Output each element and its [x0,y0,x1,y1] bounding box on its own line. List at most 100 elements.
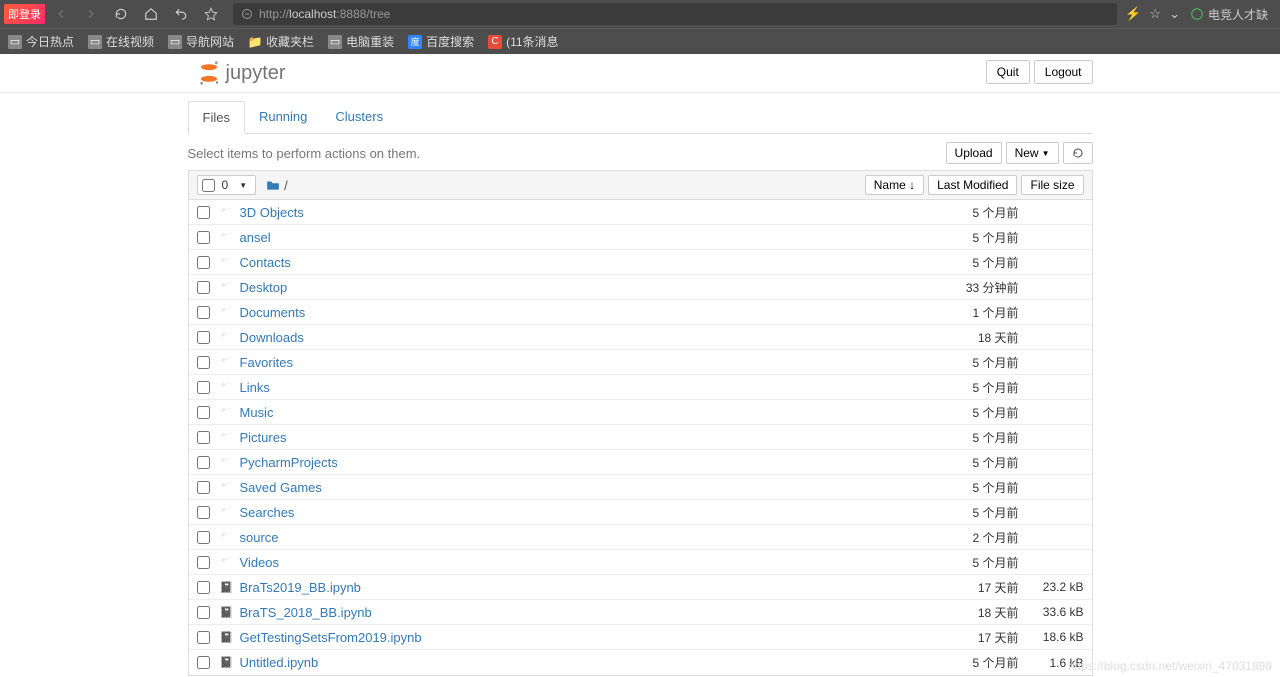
home-button[interactable] [137,0,165,28]
sort-modified-button[interactable]: Last Modified [928,175,1017,195]
item-modified: 5 个月前 [929,429,1019,446]
item-name-link[interactable]: PycharmProjects [240,455,338,470]
chevron-down-icon[interactable]: ⌄ [1169,6,1180,22]
row-checkbox[interactable] [197,206,210,219]
item-name-link[interactable]: ansel [240,230,271,245]
row-checkbox[interactable] [197,631,210,644]
caret-down-icon[interactable]: ▼ [235,181,251,190]
row-checkbox[interactable] [197,481,210,494]
row-checkbox[interactable] [197,231,210,244]
item-name-link[interactable]: Links [240,380,270,395]
notebook-icon [220,606,234,619]
bookmark-item[interactable]: 度百度搜索 [408,33,474,50]
jupyter-logo[interactable]: jupyter [198,60,1093,86]
action-hint: Select items to perform actions on them. [188,146,421,161]
list-item: Desktop33 分钟前 [189,275,1092,300]
breadcrumb[interactable]: / [266,178,288,193]
upload-button[interactable]: Upload [946,142,1002,164]
wand-icon[interactable]: ⚡ [1125,6,1141,22]
bookmark-label: 百度搜索 [426,33,474,50]
item-modified: 5 个月前 [929,229,1019,246]
url-bar[interactable]: http://localhost:8888/tree [233,3,1117,25]
item-modified: 5 个月前 [929,379,1019,396]
back-button[interactable] [47,0,75,28]
select-all-checkbox[interactable] [202,179,215,192]
row-checkbox[interactable] [197,281,210,294]
row-checkbox[interactable] [197,456,210,469]
bookmark-item[interactable]: ▭今日热点 [8,33,74,50]
row-checkbox[interactable] [197,356,210,369]
tabs: Files Running Clusters [188,101,1093,134]
sort-size-button[interactable]: File size [1021,175,1083,195]
bookmark-item[interactable]: C(11条消息 [488,33,558,50]
item-name-link[interactable]: Searches [240,505,295,520]
item-name-link[interactable]: source [240,530,279,545]
doc-icon: ▭ [168,35,182,49]
row-checkbox[interactable] [197,606,210,619]
item-name-link[interactable]: 3D Objects [240,205,304,220]
row-checkbox[interactable] [197,406,210,419]
item-name-link[interactable]: Videos [240,555,280,570]
select-all-group[interactable]: 0 ▼ [197,175,257,195]
sort-name-button[interactable]: Name ↓ [865,175,924,195]
login-badge[interactable]: 即登录 [4,4,45,24]
row-checkbox[interactable] [197,331,210,344]
notebook-icon [220,581,234,594]
item-name-link[interactable]: BraTS_2018_BB.ipynb [240,605,372,620]
item-modified: 5 个月前 [929,254,1019,271]
item-name-link[interactable]: Pictures [240,430,287,445]
folder-icon: 📁 [248,35,262,49]
reload-button[interactable] [107,0,135,28]
game-widget[interactable]: 电竞人才缺 [1182,6,1276,23]
item-name-link[interactable]: GetTestingSetsFrom2019.ipynb [240,630,422,645]
refresh-button[interactable] [1063,142,1093,164]
item-name-link[interactable]: Music [240,405,274,420]
item-name-link[interactable]: Desktop [240,280,288,295]
item-name-link[interactable]: Favorites [240,355,293,370]
undo-button[interactable] [167,0,195,28]
item-name-link[interactable]: BraTs2019_BB.ipynb [240,580,361,595]
tab-clusters[interactable]: Clusters [321,101,397,133]
doc-icon: ▭ [328,35,342,49]
breadcrumb-sep: / [284,178,288,193]
list-item: Untitled.ipynb5 个月前1.6 kB [189,650,1092,675]
bookmark-item[interactable]: 📁收藏夹栏 [248,33,314,50]
bookmark-item[interactable]: ▭电脑重装 [328,33,394,50]
file-list: 3D Objects 5 个月前 ansel 5 个月前 Contacts 5 个月前 De… [188,200,1093,676]
list-item: Downloads18 天前 [189,325,1092,350]
row-checkbox[interactable] [197,656,210,669]
new-button[interactable]: New▼ [1006,142,1059,164]
folder-icon [220,406,234,419]
url-domain: localhost [289,7,336,21]
logout-button[interactable]: Logout [1034,60,1093,84]
item-modified: 5 个月前 [929,354,1019,371]
list-item: BraTs2019_BB.ipynb17 天前23.2 kB [189,575,1092,600]
row-checkbox[interactable] [197,431,210,444]
row-checkbox[interactable] [197,506,210,519]
selection-count: 0 [219,178,232,192]
item-name-link[interactable]: Untitled.ipynb [240,655,319,670]
folder-icon [220,281,234,294]
bookmark-star-icon[interactable]: ☆ [1149,6,1161,22]
list-item: Documents1 个月前 [189,300,1092,325]
row-checkbox[interactable] [197,581,210,594]
tab-files[interactable]: Files [188,101,245,134]
row-checkbox[interactable] [197,306,210,319]
row-checkbox[interactable] [197,556,210,569]
row-checkbox[interactable] [197,381,210,394]
item-name-link[interactable]: Contacts [240,255,291,270]
row-checkbox[interactable] [197,531,210,544]
tab-running[interactable]: Running [245,101,321,133]
item-name-link[interactable]: Saved Games [240,480,322,495]
item-name-link[interactable]: Downloads [240,330,304,345]
row-checkbox[interactable] [197,256,210,269]
quit-button[interactable]: Quit [986,60,1030,84]
bookmark-item[interactable]: ▭在线视频 [88,33,154,50]
forward-button[interactable] [77,0,105,28]
item-name-link[interactable]: Documents [240,305,306,320]
list-header: 0 ▼ / Name ↓ Last Modified File size [188,170,1093,200]
folder-icon [220,456,234,469]
star-button[interactable] [197,0,225,28]
bookmark-item[interactable]: ▭导航网站 [168,33,234,50]
caret-down-icon: ▼ [1042,149,1050,158]
